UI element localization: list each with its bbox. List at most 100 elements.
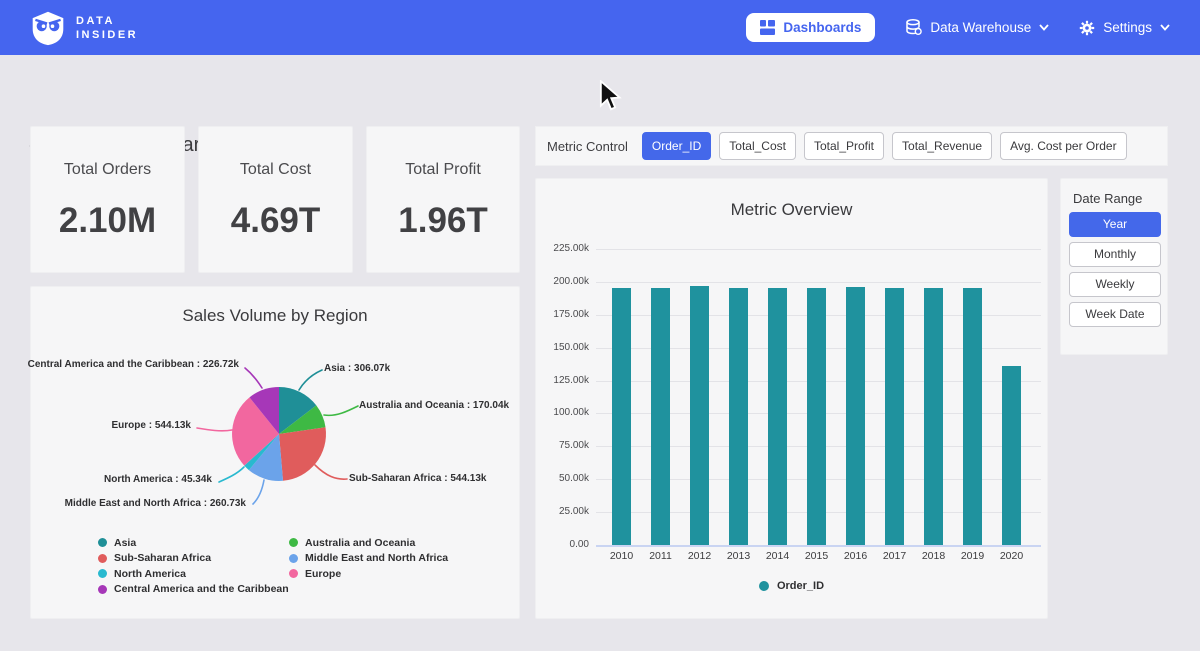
kpi-card-total-cost: Total Cost 4.69T <box>198 126 353 273</box>
leader-line-north-america <box>219 467 244 482</box>
date-range-monthly-button[interactable]: Monthly <box>1069 242 1161 267</box>
pie-label-north-america: North America : 45.34k <box>104 474 212 485</box>
pie-legend-item-australia-and-oceania[interactable]: Australia and Oceania <box>289 535 448 551</box>
date-range-week-date-button[interactable]: Week Date <box>1069 302 1161 327</box>
y-axis-tick: 75.00k <box>529 440 589 451</box>
date-range-weekly-button[interactable]: Weekly <box>1069 272 1161 297</box>
chevron-down-icon <box>1039 24 1049 31</box>
bar-2014[interactable] <box>768 288 787 545</box>
settings-menu[interactable]: Settings <box>1079 20 1170 36</box>
legend-dot <box>98 554 107 563</box>
y-axis-tick: 150.00k <box>529 342 589 353</box>
bar-2015[interactable] <box>807 288 826 545</box>
bar-2018[interactable] <box>924 288 943 545</box>
bar-2019[interactable] <box>963 288 982 545</box>
pie-label-sub-saharan-africa: Sub-Saharan Africa : 544.13k <box>349 473 486 484</box>
legend-label: Sub-Saharan Africa <box>114 552 211 564</box>
pie-label-middle-east: Middle East and North Africa : 260.73k <box>65 498 246 509</box>
pie-slice-sub-saharan-africa[interactable] <box>279 427 326 481</box>
database-icon <box>905 19 922 36</box>
bar-2016[interactable] <box>846 287 865 545</box>
legend-label: Order_ID <box>777 580 824 592</box>
app-root: DATA INSIDER Dashboards <box>0 0 1200 651</box>
metric-button-total-profit[interactable]: Total_Profit <box>804 132 884 160</box>
brand-text: DATA INSIDER <box>76 14 138 42</box>
legend-label: Central America and the Caribbean <box>114 583 289 595</box>
y-axis-tick: 50.00k <box>529 473 589 484</box>
pie-label-asia: Asia : 306.07k <box>324 363 390 374</box>
legend-label: Australia and Oceania <box>305 537 415 549</box>
x-axis-label: 2010 <box>602 550 641 562</box>
x-axis-label: 2019 <box>953 550 992 562</box>
metric-button-total-revenue[interactable]: Total_Revenue <box>892 132 992 160</box>
bar-x-axis: 2010201120122013201420152016201720182019… <box>602 550 1031 562</box>
leader-line-europe <box>197 428 232 431</box>
leader-line-australia <box>324 406 358 415</box>
chevron-down-icon <box>1160 24 1170 31</box>
x-axis-label: 2014 <box>758 550 797 562</box>
pie-legend-item-europe[interactable]: Europe <box>289 566 448 582</box>
legend-dot <box>98 585 107 594</box>
dashboard-grid-icon <box>760 20 775 35</box>
bar-2011[interactable] <box>651 288 670 545</box>
pie-legend-item-middle-east-and-north-africa[interactable]: Middle East and North Africa <box>289 551 448 567</box>
legend-dot <box>98 538 107 547</box>
leader-line-middle-east <box>253 480 264 504</box>
pie-legend-item-sub-saharan-africa[interactable]: Sub-Saharan Africa <box>98 551 289 567</box>
metric-control-label: Metric Control <box>547 139 628 154</box>
pie-label-europe: Europe : 544.13k <box>112 420 191 431</box>
bar-2017[interactable] <box>885 288 904 545</box>
data-warehouse-menu[interactable]: Data Warehouse <box>905 19 1049 36</box>
x-axis-label: 2016 <box>836 550 875 562</box>
brand: DATA INSIDER <box>30 10 138 46</box>
pie-legend-column-1: Asia Sub-Saharan Africa North America Centr… <box>98 535 289 597</box>
y-axis-tick: 175.00k <box>529 309 589 320</box>
legend-label: Europe <box>305 568 341 580</box>
y-axis-tick: 125.00k <box>529 375 589 386</box>
kpi-label: Total Orders <box>31 161 184 179</box>
legend-label: Middle East and North Africa <box>305 552 448 564</box>
pie-label-australia: Australia and Oceania : 170.04k <box>359 400 509 411</box>
kpi-value: 2.10M <box>31 201 184 241</box>
legend-label: Asia <box>114 537 136 549</box>
pie-legend-item-asia[interactable]: Asia <box>98 535 289 551</box>
gridline <box>596 545 1041 547</box>
legend-label: North America <box>114 568 186 580</box>
metric-button-total-cost[interactable]: Total_Cost <box>719 132 796 160</box>
date-range-title: Date Range <box>1073 191 1142 206</box>
y-axis-tick: 200.00k <box>529 276 589 287</box>
kpi-value: 1.96T <box>367 201 519 241</box>
dashboards-button[interactable]: Dashboards <box>746 13 875 42</box>
legend-dot <box>289 569 298 578</box>
date-range-card: Date Range Year Monthly Weekly Week Date <box>1060 178 1168 355</box>
bar-2020[interactable] <box>1002 366 1021 545</box>
bar-2013[interactable] <box>729 288 748 545</box>
owl-logo-icon <box>30 10 66 46</box>
top-navbar: DATA INSIDER Dashboards <box>0 0 1200 55</box>
leader-line-central-america <box>245 368 262 388</box>
x-axis-label: 2015 <box>797 550 836 562</box>
kpi-label: Total Cost <box>199 161 352 179</box>
pie-chart-card: Sales Volume by Region Asia : 306.07k Au… <box>30 286 520 619</box>
bar-chart-legend[interactable]: Order_ID <box>536 580 1047 592</box>
y-axis-tick: 25.00k <box>529 506 589 517</box>
date-range-year-button[interactable]: Year <box>1069 212 1161 237</box>
pie-legend-item-north-america[interactable]: North America <box>98 566 289 582</box>
leader-line-sub-saharan-africa <box>315 465 347 479</box>
bar-series <box>602 249 1031 545</box>
kpi-card-total-orders: Total Orders 2.10M <box>30 126 185 273</box>
pie-legend-column-2: Australia and Oceania Middle East and Nor… <box>289 535 448 582</box>
kpi-value: 4.69T <box>199 201 352 241</box>
bar-2010[interactable] <box>612 288 631 545</box>
pie-legend-item-central-america-and-the-caribbean[interactable]: Central America and the Caribbean <box>98 582 289 598</box>
metric-button-avg-cost-per-order[interactable]: Avg. Cost per Order <box>1000 132 1127 160</box>
settings-label: Settings <box>1103 20 1152 35</box>
gear-icon <box>1079 20 1095 36</box>
kpi-card-total-profit: Total Profit 1.96T <box>366 126 520 273</box>
metric-button-order-id[interactable]: Order_ID <box>642 132 711 160</box>
x-axis-label: 2020 <box>992 550 1031 562</box>
y-axis-tick: 100.00k <box>529 407 589 418</box>
x-axis-label: 2013 <box>719 550 758 562</box>
bar-2012[interactable] <box>690 286 709 545</box>
legend-dot <box>289 538 298 547</box>
